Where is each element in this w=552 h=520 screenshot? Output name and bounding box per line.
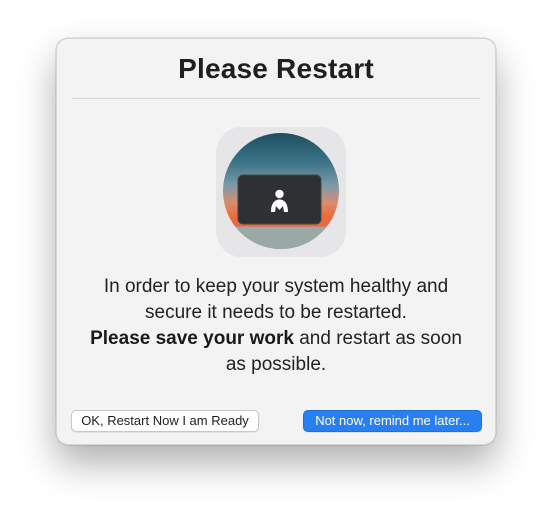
message-line: Please save your work and restart as soo… [77,326,475,352]
restart-now-button[interactable]: OK, Restart Now I am Ready [71,410,259,432]
message-line: In order to keep your system healthy and [103,276,449,297]
app-icon [216,127,346,257]
restart-message: In order to keep your system healthy and… [77,274,475,378]
save-work-emphasis: Please save your work [90,328,294,349]
message-line: secure it needs to be restarted. [145,302,407,323]
restart-dialog: Please Restart In order to keep your sys… [56,38,496,445]
remind-later-button[interactable]: Not now, remind me later... [303,410,482,432]
laptop-with-user-icon [223,133,339,249]
message-text: and restart as soon [293,328,462,349]
message-line: as possible. [225,354,327,375]
title-divider [72,98,480,99]
dialog-title: Please Restart [178,53,374,84]
